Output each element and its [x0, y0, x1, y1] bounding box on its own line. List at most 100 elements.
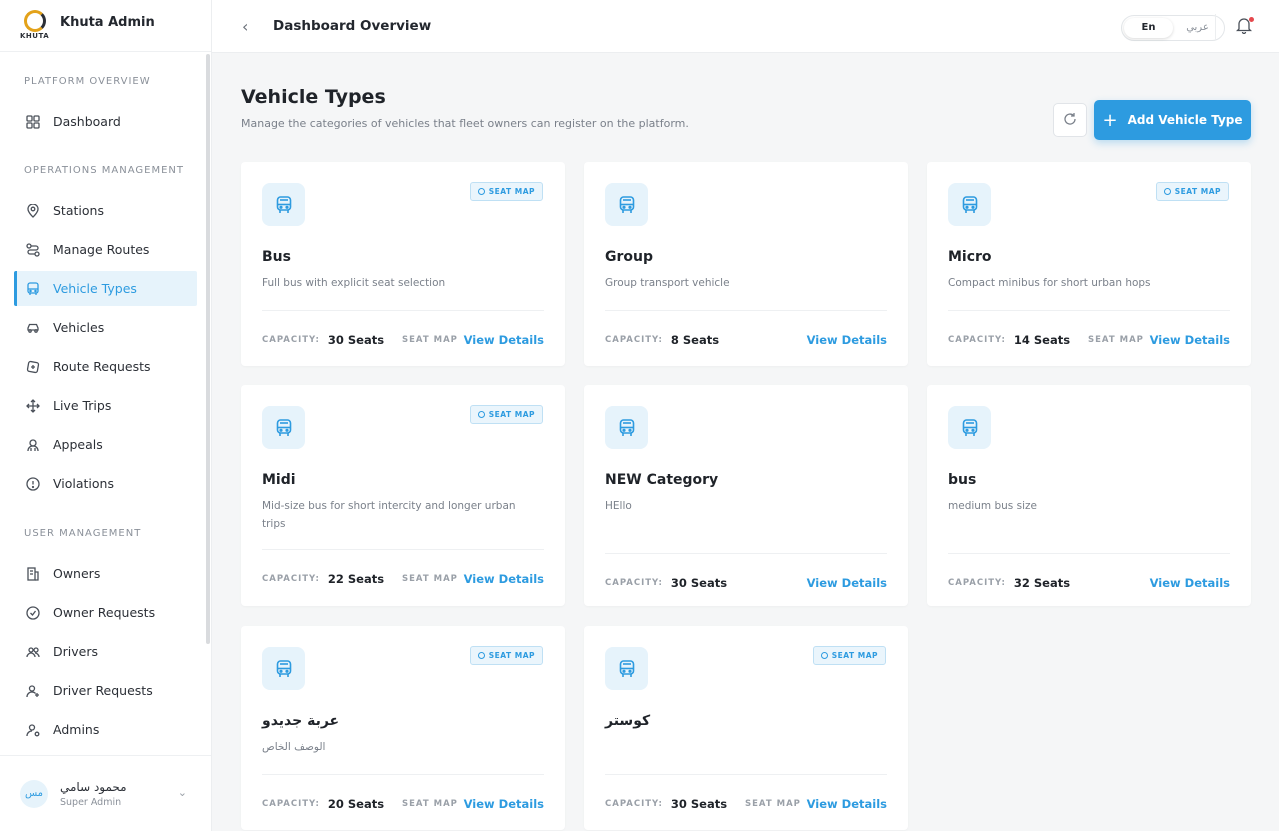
card-footer: CAPACITY: 32 Seats View Details — [948, 575, 1230, 591]
avatar: مس — [20, 779, 48, 808]
vehicle-type-description: Group transport vehicle — [605, 277, 730, 289]
view-details-link[interactable]: View Details — [807, 797, 887, 811]
capacity-value: 22 Seats — [327, 572, 385, 586]
sidebar-item-owner-requests[interactable]: Owner Requests — [14, 595, 197, 630]
section-title-users: USER MANAGEMENT — [24, 528, 142, 539]
vehicle-type-name: Bus — [262, 249, 291, 265]
vehicle-type-name: عربة جديدو — [262, 713, 340, 729]
capacity-label: CAPACITY: — [262, 799, 320, 809]
vehicle-type-name: NEW Category — [605, 472, 719, 488]
seat-map-badge-label: SEAT MAP — [488, 651, 535, 660]
section-title-platform: PLATFORM OVERVIEW — [24, 76, 151, 87]
capacity-label: CAPACITY: — [948, 578, 1006, 588]
pin-icon — [477, 188, 485, 195]
sidebar-item-label: Manage Routes — [53, 242, 150, 257]
vehicle-type-description: الوصف الخاص — [262, 741, 326, 753]
view-details-link[interactable]: View Details — [807, 576, 887, 590]
user-gear-icon — [25, 722, 41, 738]
vehicle-type-card[interactable]: SEAT MAP Micro Compact minibus for short u… — [927, 162, 1251, 366]
sidebar-item-drivers[interactable]: Drivers — [14, 634, 197, 669]
view-details-link[interactable]: View Details — [464, 797, 544, 811]
vehicle-type-card[interactable]: SEAT MAP Bus Full bus with explicit seat s… — [241, 162, 565, 366]
sidebar-item-label: Drivers — [53, 644, 98, 659]
card-footer: CAPACITY: 30 Seats View Details — [605, 575, 887, 591]
brand-name: Khuta Admin — [60, 15, 155, 30]
seat-map-badge: SEAT MAP — [469, 646, 543, 665]
vehicle-type-card[interactable]: SEAT MAP كوستر CAPACITY: 30 Seats SEAT MAP Vi… — [584, 626, 908, 830]
user-profile[interactable]: مس محمود سامي Super Admin ⌄ — [0, 755, 211, 831]
capacity-value: 20 Seats — [327, 797, 385, 811]
view-details-link[interactable]: View Details — [807, 333, 887, 347]
lang-en[interactable]: En — [1124, 18, 1173, 38]
bus-icon — [605, 183, 648, 226]
language-toggle[interactable]: En عربي — [1121, 15, 1225, 41]
card-footer: CAPACITY: 30 Seats SEAT MAP View Details — [605, 796, 887, 812]
sidebar-item-route-requests[interactable]: Route Requests — [14, 349, 197, 384]
back-chevron-icon[interactable]: ‹ — [242, 17, 248, 36]
card-divider — [948, 310, 1230, 311]
sidebar-item-vehicles[interactable]: Vehicles — [14, 310, 197, 345]
bus-icon — [605, 406, 648, 449]
card-divider — [262, 549, 544, 550]
user-role: Super Admin — [60, 796, 122, 808]
sidebar-scrollbar[interactable] — [206, 54, 210, 644]
capacity-label: CAPACITY: — [605, 578, 663, 588]
sidebar-item-admins[interactable]: Admins — [14, 712, 197, 747]
sidebar-item-dashboard[interactable]: Dashboard — [14, 104, 197, 139]
page-title: Dashboard Overview — [273, 18, 432, 34]
building-icon — [25, 566, 41, 582]
sidebar-item-owners[interactable]: Owners — [14, 556, 197, 591]
sidebar-item-label: Vehicle Types — [53, 281, 137, 296]
seat-map-badge-label: SEAT MAP — [488, 187, 535, 196]
vehicle-type-card[interactable]: SEAT MAP Midi Mid-size bus for short inter… — [241, 385, 565, 606]
sidebar-item-label: Stations — [53, 203, 104, 218]
refresh-button[interactable] — [1053, 103, 1087, 137]
add-vehicle-type-button[interactable]: + Add Vehicle Type — [1094, 100, 1251, 140]
vehicle-type-description: HEllo — [605, 500, 632, 512]
vehicle-type-description: Full bus with explicit seat selection — [262, 277, 446, 289]
vehicle-type-card[interactable]: NEW Category HEllo CAPACITY: 30 Seats View D… — [584, 385, 908, 606]
pin-icon — [1163, 188, 1171, 195]
bus-icon — [262, 647, 305, 690]
capacity-label: CAPACITY: — [262, 335, 320, 345]
brand[interactable]: KHUTA Khuta Admin — [0, 0, 211, 52]
sidebar-item-label: Violations — [53, 476, 114, 491]
card-footer: CAPACITY: 22 Seats SEAT MAP View Details — [262, 571, 544, 587]
vehicle-type-card[interactable]: Group Group transport vehicle CAPACITY: 8 S… — [584, 162, 908, 366]
view-details-link[interactable]: View Details — [1150, 333, 1230, 347]
bus-icon — [605, 647, 648, 690]
sidebar-item-driver-requests[interactable]: Driver Requests — [14, 673, 197, 708]
seat-map-tag: SEAT MAP — [1088, 335, 1144, 345]
sidebar-item-appeals[interactable]: Appeals — [14, 427, 197, 462]
appeal-icon — [25, 437, 41, 453]
capacity-label: CAPACITY: — [948, 335, 1006, 345]
vehicle-type-name: Group — [605, 249, 654, 265]
capacity-value: 30 Seats — [327, 333, 385, 347]
seat-map-badge-label: SEAT MAP — [1174, 187, 1221, 196]
vehicle-type-card[interactable]: SEAT MAP عربة جديدو الوصف الخاص CAPACITY: 20… — [241, 626, 565, 830]
seat-map-tag: SEAT MAP — [402, 574, 458, 584]
plus-icon: + — [1102, 109, 1118, 131]
seat-map-badge: SEAT MAP — [1155, 182, 1229, 201]
sidebar-item-stations[interactable]: Stations — [14, 193, 197, 228]
bus-icon — [262, 406, 305, 449]
vehicle-type-card[interactable]: bus medium bus size CAPACITY: 32 Seats View … — [927, 385, 1251, 606]
card-divider — [262, 774, 544, 775]
view-details-link[interactable]: View Details — [464, 572, 544, 586]
sidebar-item-manage-routes[interactable]: Manage Routes — [14, 232, 197, 267]
sidebar-item-live-trips[interactable]: Live Trips — [14, 388, 197, 423]
sidebar-item-vehicle-types[interactable]: Vehicle Types — [14, 271, 197, 306]
view-details-link[interactable]: View Details — [464, 333, 544, 347]
sidebar-item-label: Owner Requests — [53, 605, 156, 620]
route-icon — [25, 242, 41, 258]
capacity-value: 30 Seats — [670, 576, 728, 590]
sidebar-item-label: Owners — [53, 566, 101, 581]
vehicle-type-name: Micro — [948, 249, 992, 265]
view-details-link[interactable]: View Details — [1150, 576, 1230, 590]
seat-map-tag: SEAT MAP — [402, 335, 458, 345]
sidebar-item-violations[interactable]: Violations — [14, 466, 197, 501]
chevron-down-icon[interactable]: ⌄ — [178, 786, 187, 799]
capacity-value: 32 Seats — [1013, 576, 1071, 590]
capacity-label: CAPACITY: — [605, 335, 663, 345]
map-pin-icon — [25, 203, 41, 219]
